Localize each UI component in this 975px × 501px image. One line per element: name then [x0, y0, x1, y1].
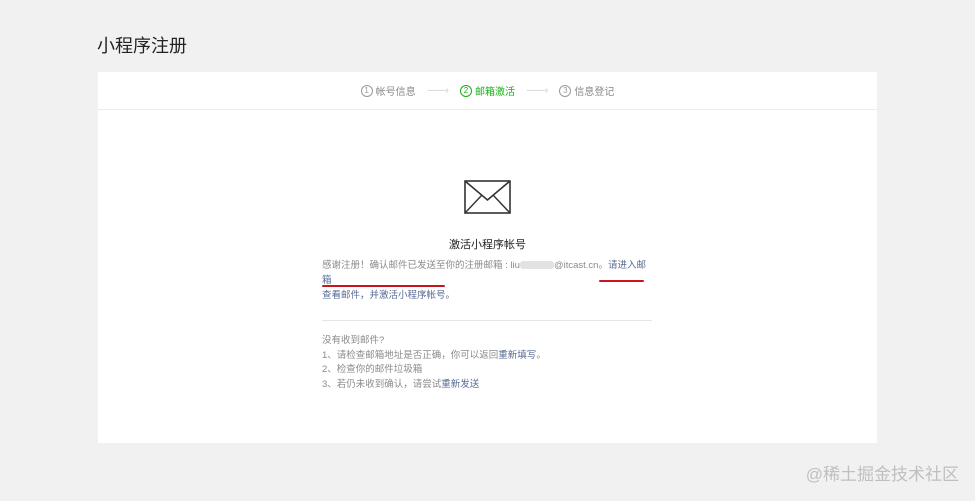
- message-text: 感谢注册！确认邮件已发送至你的注册邮箱 : liu: [322, 260, 520, 271]
- message-separator: 。: [598, 260, 608, 271]
- step-email-activation: 2 邮箱激活: [460, 83, 515, 98]
- activation-title: 激活小程序帐号: [449, 239, 526, 251]
- annotation-underline: [599, 280, 644, 282]
- email-domain: @itcast.cn: [553, 260, 599, 271]
- step-label: 帐号信息: [375, 87, 416, 98]
- help-item-text: 1、请检查邮箱地址是否正确，你可以返回: [322, 349, 499, 361]
- step-number-icon: 3: [559, 84, 572, 97]
- help-item-end: 。: [536, 349, 546, 361]
- annotation-underline: [322, 285, 445, 287]
- registration-card: 1 帐号信息 ——› 2 邮箱激活 ——› 3 信息登记 激活小程序帐号 感谢注…: [98, 72, 877, 443]
- step-arrow-icon: ——›: [527, 85, 548, 96]
- help-item: 3、若仍未收到确认，请尝试重新发送: [322, 378, 546, 393]
- step-label: 信息登记: [574, 87, 615, 98]
- help-item-text: 3、若仍未收到确认，请尝试: [322, 378, 442, 390]
- step-label: 邮箱激活: [475, 87, 515, 98]
- email-redaction: [519, 261, 554, 270]
- help-item: 2、检查你的邮件垃圾箱: [322, 364, 423, 375]
- step-account-info: 1 帐号信息: [360, 83, 416, 98]
- help-heading: 没有收到邮件?: [322, 335, 385, 346]
- resend-link[interactable]: 重新发送: [441, 379, 479, 390]
- step-number-icon: 1: [360, 84, 373, 97]
- refill-link[interactable]: 重新填写: [498, 350, 536, 361]
- watermark: @稀土掘金技术社区: [805, 465, 959, 484]
- open-mailbox-link-cont[interactable]: 查看邮件，并激活小程序帐号。: [322, 290, 455, 301]
- divider: [322, 320, 652, 321]
- step-info-registration: 3 信息登记: [559, 83, 614, 98]
- page-title: 小程序注册: [97, 36, 187, 56]
- step-number-icon: 2: [460, 84, 472, 97]
- help-item: 1、请检查邮箱地址是否正确，你可以返回重新填写。: [322, 349, 546, 364]
- envelope-icon: [464, 180, 511, 214]
- help-section: 没有收到邮件? 1、请检查邮箱地址是否正确，你可以返回重新填写。 2、检查你的邮…: [322, 334, 546, 392]
- step-arrow-icon: ——›: [427, 85, 449, 96]
- progress-steps: 1 帐号信息 ——› 2 邮箱激活 ——› 3 信息登记: [98, 72, 877, 110]
